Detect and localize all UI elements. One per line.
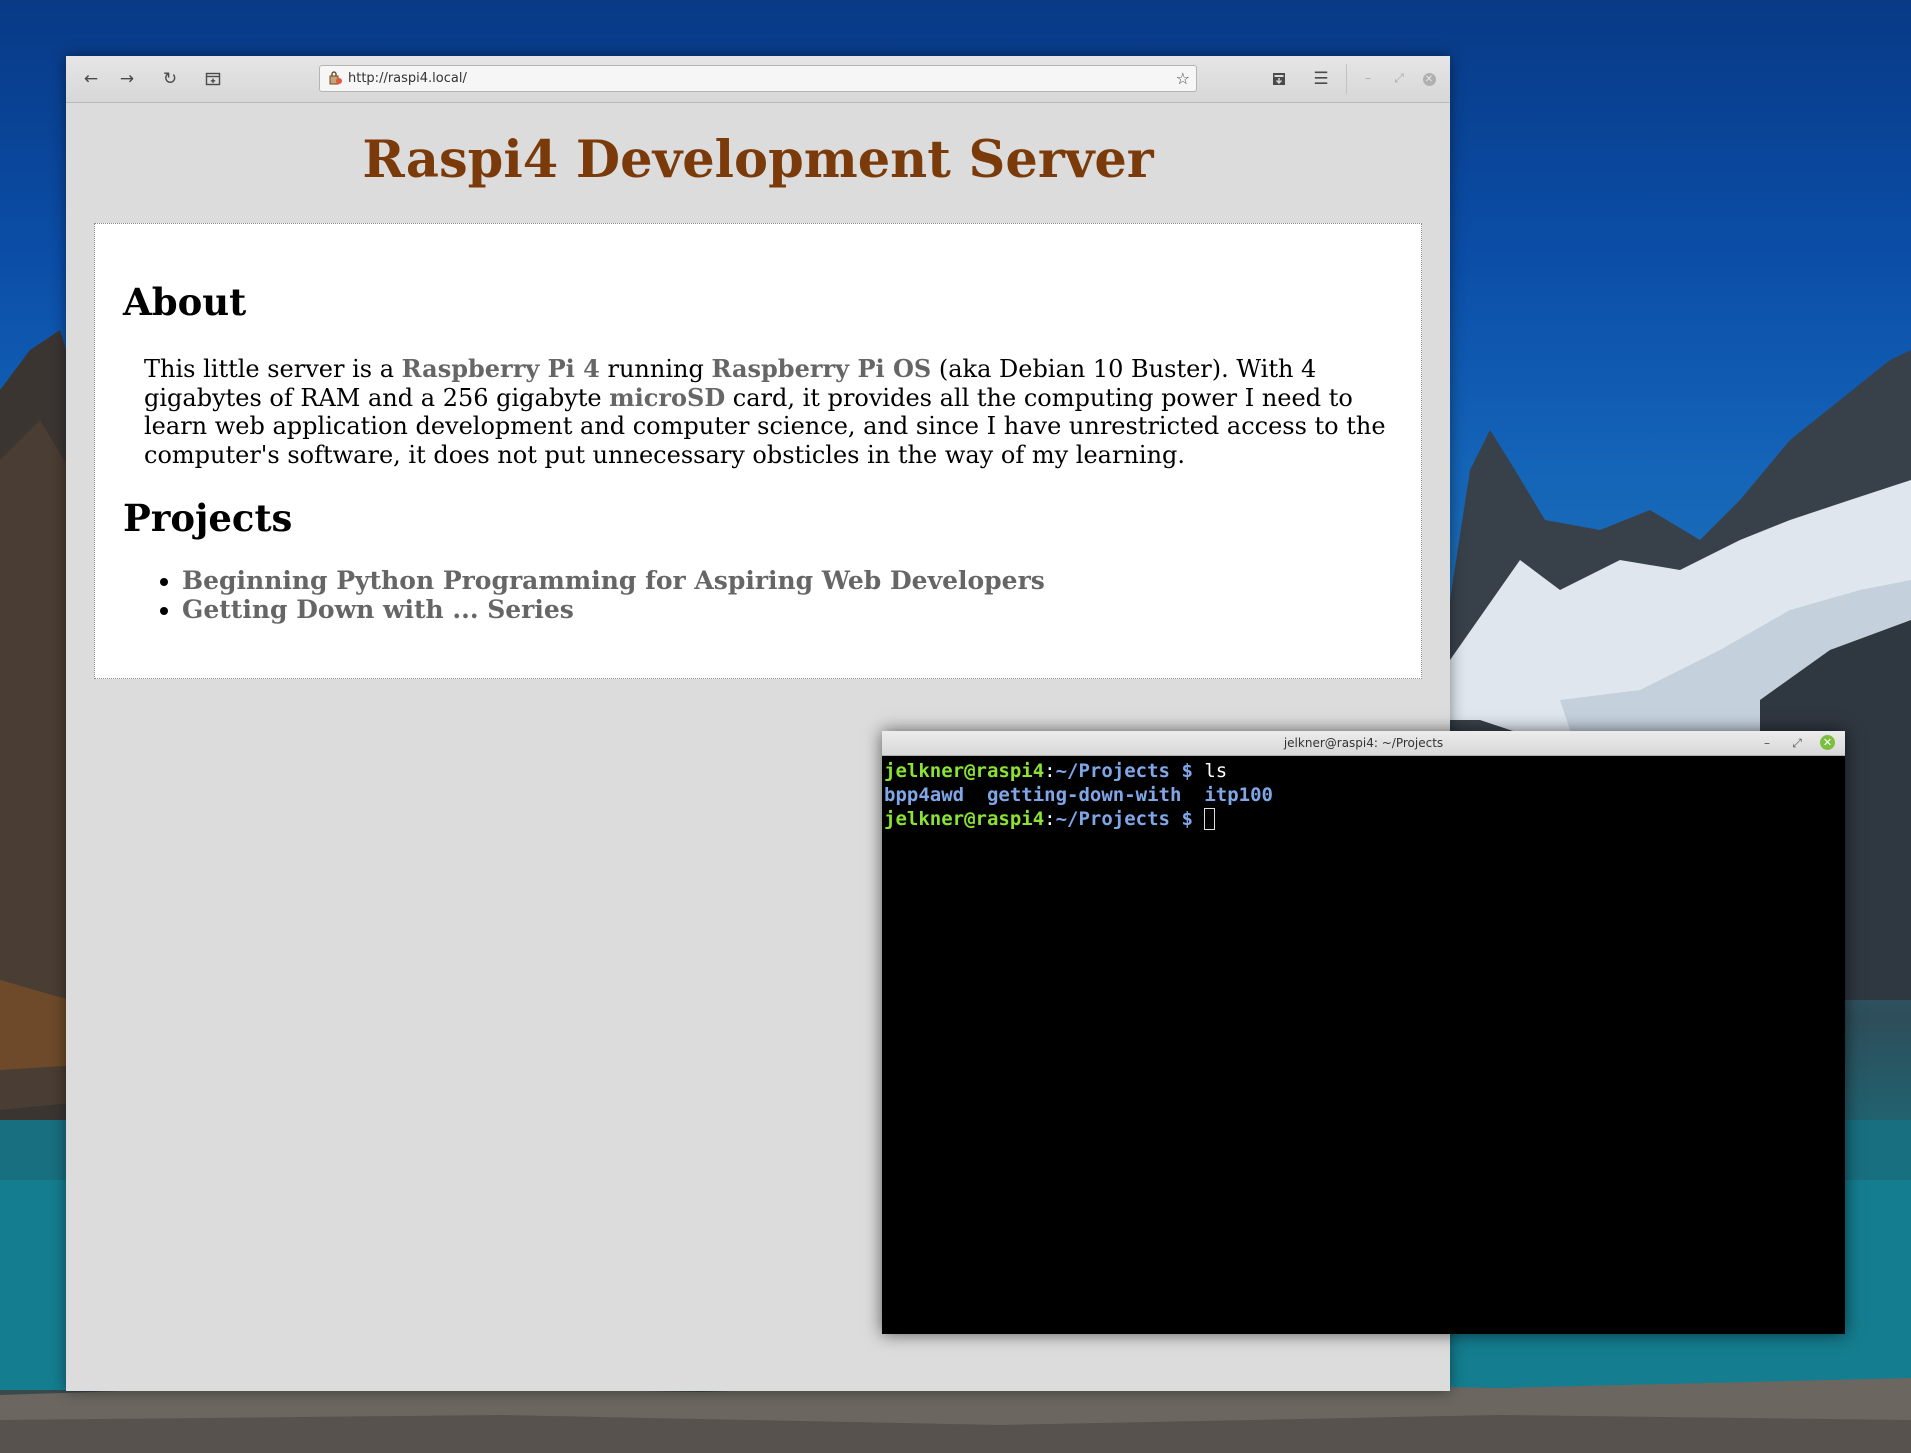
prompt-user: jelkner@raspi4 xyxy=(884,760,1045,782)
reload-button[interactable]: ↻ xyxy=(157,66,183,92)
site-info-icon[interactable] xyxy=(327,70,343,86)
prompt-symbol: $ xyxy=(1170,808,1205,830)
close-button[interactable]: ✕ xyxy=(1421,70,1437,86)
downloads-icon xyxy=(1273,73,1285,85)
about-text-1: This little server is a xyxy=(144,355,402,383)
dir-entry: bpp4awd xyxy=(884,784,965,806)
about-heading: About xyxy=(123,280,247,324)
hamburger-menu-icon: ☰ xyxy=(1313,69,1329,89)
arrow-right-icon: → xyxy=(119,69,135,89)
terminal-line-3: jelkner@raspi4:~/Projects $ xyxy=(884,807,1273,831)
projects-heading: Projects xyxy=(123,496,293,540)
terminal-line-1: jelkner@raspi4:~/Projects $ ls xyxy=(884,759,1273,783)
project-link-getting-down-with[interactable]: Getting Down with ... Series xyxy=(182,595,574,624)
minimize-button[interactable]: – xyxy=(1360,70,1376,86)
browser-toolbar: ← → ↻ http://raspi4.local/ ☆ ☰ – ⤢ ✕ xyxy=(66,56,1450,103)
projects-list: Beginning Python Programming for Aspirin… xyxy=(144,566,1045,624)
url-text[interactable]: http://raspi4.local/ xyxy=(348,71,467,86)
address-bar[interactable]: http://raspi4.local/ ☆ xyxy=(319,65,1197,92)
terminal-window[interactable]: jelkner@raspi4: ~/Projects – ⤢ ✕ jelkner… xyxy=(882,731,1845,1334)
maximize-button[interactable]: ⤢ xyxy=(1391,70,1407,86)
back-button[interactable]: ← xyxy=(78,66,104,92)
terminal-title: jelkner@raspi4: ~/Projects xyxy=(1283,736,1444,750)
terminal-titlebar[interactable]: jelkner@raspi4: ~/Projects – ⤢ ✕ xyxy=(882,731,1845,756)
terminal-line-2: bpp4awd getting-down-with itp100 xyxy=(884,783,1273,807)
list-item: Getting Down with ... Series xyxy=(182,595,1045,624)
close-icon: ✕ xyxy=(1422,73,1436,86)
new-tab-button[interactable] xyxy=(200,66,226,92)
bookmark-star-icon[interactable]: ☆ xyxy=(1176,69,1190,88)
prompt-path: ~/Projects xyxy=(1055,808,1170,830)
prompt-user: jelkner@raspi4 xyxy=(884,808,1045,830)
microsd-link[interactable]: microSD xyxy=(609,383,725,412)
about-text-2: running xyxy=(599,355,712,383)
terminal-minimize-button[interactable]: – xyxy=(1759,735,1775,751)
terminal-close-button[interactable]: ✕ xyxy=(1820,735,1835,750)
about-paragraph: This little server is a Raspberry Pi 4 r… xyxy=(144,354,1394,469)
terminal-cursor xyxy=(1204,808,1216,830)
toolbar-separator xyxy=(1346,64,1347,94)
forward-button[interactable]: → xyxy=(114,66,140,92)
project-link-bpp4awd[interactable]: Beginning Python Programming for Aspirin… xyxy=(182,566,1045,595)
list-item: Beginning Python Programming for Aspirin… xyxy=(182,566,1045,595)
raspberry-pi-os-link[interactable]: Raspberry Pi OS xyxy=(711,354,931,383)
prompt-symbol: $ xyxy=(1170,760,1205,782)
prompt-sep: : xyxy=(1044,808,1056,830)
menu-button[interactable]: ☰ xyxy=(1308,66,1334,92)
arrow-left-icon: ← xyxy=(83,69,99,89)
reload-icon: ↻ xyxy=(162,69,178,89)
close-icon: ✕ xyxy=(1822,736,1833,749)
terminal-output[interactable]: jelkner@raspi4:~/Projects $ ls bpp4awd ge… xyxy=(884,759,1273,831)
dir-entry: itp100 xyxy=(1204,784,1273,806)
prompt-sep: : xyxy=(1044,760,1056,782)
prompt-path: ~/Projects xyxy=(1055,760,1170,782)
content-box: About This little server is a Raspberry … xyxy=(94,223,1422,679)
terminal-maximize-button[interactable]: ⤢ xyxy=(1789,735,1805,751)
command-text: ls xyxy=(1204,760,1228,782)
dir-entry: getting-down-with xyxy=(986,784,1182,806)
raspberry-pi-4-link[interactable]: Raspberry Pi 4 xyxy=(402,354,600,383)
new-tab-icon xyxy=(205,72,221,86)
page-title: Raspi4 Development Server xyxy=(362,130,1154,190)
downloads-button[interactable] xyxy=(1266,66,1292,92)
